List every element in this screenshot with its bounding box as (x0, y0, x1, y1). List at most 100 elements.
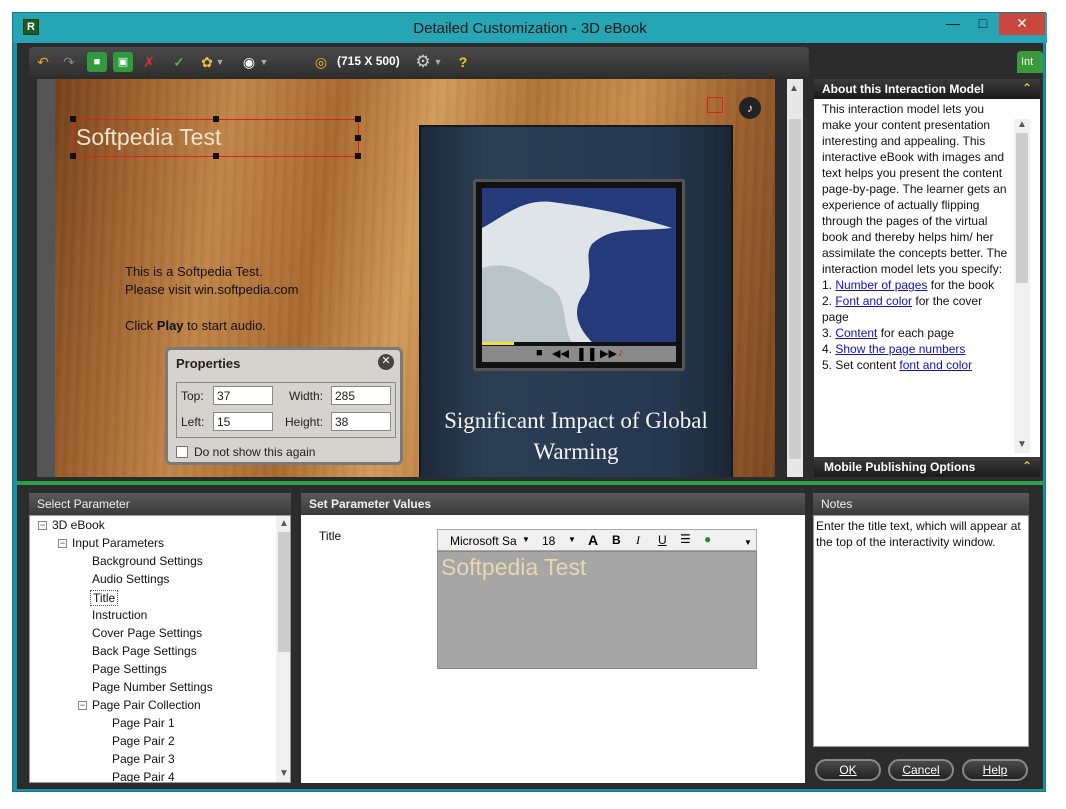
resize-handle[interactable] (355, 116, 361, 122)
gear-icon[interactable]: ⚙ (413, 52, 433, 72)
spell-check-icon[interactable]: ✓ (169, 52, 189, 72)
minimize-button[interactable]: — (939, 13, 967, 35)
about-scrollbar[interactable]: ▲ ▼ (1014, 119, 1030, 453)
chevron-down-icon[interactable]: ▼ (215, 52, 225, 72)
title-text-editor[interactable]: Softpedia Test (437, 551, 757, 669)
link-content-font-color[interactable]: font and color (899, 358, 972, 372)
tree-item[interactable]: Audio Settings (92, 572, 169, 586)
mobile-publishing-header[interactable]: Mobile Publishing Options ⌃ (814, 457, 1040, 477)
tree-toggle[interactable]: − (38, 521, 47, 530)
font-size-select[interactable]: 18 (542, 534, 555, 548)
tree-scrollbar[interactable]: ▲ ▼ (276, 516, 290, 782)
do-not-show-label: Do not show this again (194, 445, 316, 459)
chevron-up-icon[interactable]: ▲ (1017, 119, 1027, 130)
tree-item[interactable]: Page Number Settings (92, 680, 213, 694)
tree-root[interactable]: 3D eBook (52, 518, 105, 532)
resize-handle[interactable] (355, 153, 361, 159)
rich-text-toolbar: Microsoft Sa ▼ 18 ▼ A B I U ☰ ● ▼ (437, 529, 757, 551)
delete-icon[interactable]: ✗ (139, 52, 159, 72)
about-body: This interaction model lets you make you… (814, 99, 1040, 455)
help-icon[interactable]: ? (453, 52, 473, 72)
chevron-down-icon[interactable]: ▼ (279, 768, 289, 779)
redo-icon[interactable]: ↷ (59, 52, 79, 72)
width-input[interactable]: 285 (331, 386, 391, 405)
tree-item-selected[interactable]: Title (90, 590, 119, 606)
video-player[interactable]: ■ ◀◀ ❚❚ ▶▶ ♪ (473, 179, 685, 371)
font-color-icon[interactable]: A (588, 532, 598, 548)
tree-item[interactable]: Instruction (92, 608, 147, 622)
save-icon[interactable]: ■ (87, 52, 107, 72)
help-button[interactable]: Help (962, 759, 1028, 781)
ok-button[interactable]: OK (815, 759, 881, 781)
ebook-cover[interactable]: ■ ◀◀ ❚❚ ▶▶ ♪ Significant Impact of Globa… (419, 125, 733, 477)
collapse-icon[interactable]: ⌃ (1022, 81, 1032, 95)
canvas-scrollbar[interactable]: ▲ (787, 79, 803, 477)
instruction-play-line: Click Play to start audio. (125, 318, 266, 333)
save-all-icon[interactable]: ▣ (113, 52, 133, 72)
tree-item[interactable]: Background Settings (92, 554, 203, 568)
resize-handle[interactable] (70, 153, 76, 159)
tree-toggle[interactable]: − (58, 539, 67, 548)
top-input[interactable]: 37 (213, 386, 273, 405)
tree-item[interactable]: Cover Page Settings (92, 626, 202, 640)
maximize-button[interactable]: □ (969, 13, 997, 35)
speaker-icon[interactable]: ♪ (739, 97, 761, 119)
tree-page-pair-collection[interactable]: Page Pair Collection (92, 698, 201, 712)
underline-icon[interactable]: U (658, 533, 667, 547)
cancel-button[interactable]: Cancel (888, 759, 954, 781)
left-input[interactable]: 15 (213, 412, 273, 431)
do-not-show-checkbox[interactable] (176, 446, 188, 458)
chevron-down-icon[interactable]: ▼ (744, 538, 752, 547)
palette-icon[interactable]: ✿ (197, 52, 217, 72)
link-content[interactable]: Content (835, 326, 877, 340)
bullet-list-icon[interactable]: ☰ (680, 532, 691, 546)
chevron-down-icon[interactable]: ▼ (568, 535, 576, 544)
panel-splitter[interactable] (17, 481, 1043, 485)
tree-page-pair[interactable]: Page Pair 4 (112, 770, 175, 782)
pause-icon[interactable]: ❚❚ (576, 346, 598, 362)
resize-handle[interactable] (70, 116, 76, 122)
height-input[interactable]: 38 (331, 412, 391, 431)
side-tab[interactable]: Int (1017, 51, 1043, 73)
undo-icon[interactable]: ↶ (33, 52, 53, 72)
font-name-select[interactable]: Microsoft Sa (450, 534, 517, 548)
tree-page-pair[interactable]: Page Pair 3 (112, 752, 175, 766)
close-icon[interactable]: ✕ (378, 354, 394, 370)
resize-handle[interactable] (213, 153, 219, 159)
mute-icon[interactable]: ♪ (618, 347, 624, 359)
selection-marker[interactable] (707, 97, 723, 113)
resize-handle[interactable] (355, 135, 361, 141)
expand-icon[interactable]: ⌃ (1022, 459, 1032, 473)
hyperlink-icon[interactable]: ● (704, 532, 711, 546)
tree-item[interactable]: Page Settings (92, 662, 167, 676)
target-icon[interactable]: ◎ (311, 52, 331, 72)
resize-handle[interactable] (213, 116, 219, 122)
notes-text: Enter the title text, which will appear … (813, 515, 1029, 747)
chevron-up-icon[interactable]: ▲ (789, 83, 799, 94)
link-font-and-color[interactable]: Font and color (835, 294, 912, 308)
chevron-down-icon[interactable]: ▼ (1017, 439, 1027, 450)
instruction-text[interactable]: This is a Softpedia Test. Please visit w… (125, 263, 298, 335)
tree-item[interactable]: Back Page Settings (92, 644, 197, 658)
rewind-icon[interactable]: ◀◀ (552, 347, 569, 360)
close-button[interactable]: ✕ (999, 13, 1045, 35)
tree-page-pair[interactable]: Page Pair 2 (112, 734, 175, 748)
chevron-down-icon[interactable]: ▼ (522, 535, 530, 544)
stop-icon[interactable]: ■ (536, 347, 543, 359)
preview-eye-icon[interactable]: ◉ (239, 52, 259, 72)
forward-icon[interactable]: ▶▶ (600, 347, 617, 360)
bold-icon[interactable]: B (612, 533, 621, 547)
chevron-down-icon[interactable]: ▼ (259, 52, 269, 72)
title-textbox[interactable]: Softpedia Test (70, 116, 361, 159)
tree-page-pair[interactable]: Page Pair 1 (112, 716, 175, 730)
link-number-of-pages[interactable]: Number of pages (835, 278, 927, 292)
link-show-page-numbers[interactable]: Show the page numbers (835, 342, 965, 356)
title-bar[interactable]: R Detailed Customization - 3D eBook — □ … (13, 13, 1047, 43)
tree-toggle[interactable]: − (78, 701, 87, 710)
chevron-up-icon[interactable]: ▲ (279, 518, 289, 529)
tree-input-parameters[interactable]: Input Parameters (72, 536, 164, 550)
italic-icon[interactable]: I (636, 533, 640, 548)
about-header[interactable]: About this Interaction Model ⌃ (814, 79, 1040, 99)
chevron-down-icon[interactable]: ▼ (433, 52, 443, 72)
video-controls[interactable]: ■ ◀◀ ❚❚ ▶▶ ♪ (482, 342, 676, 362)
